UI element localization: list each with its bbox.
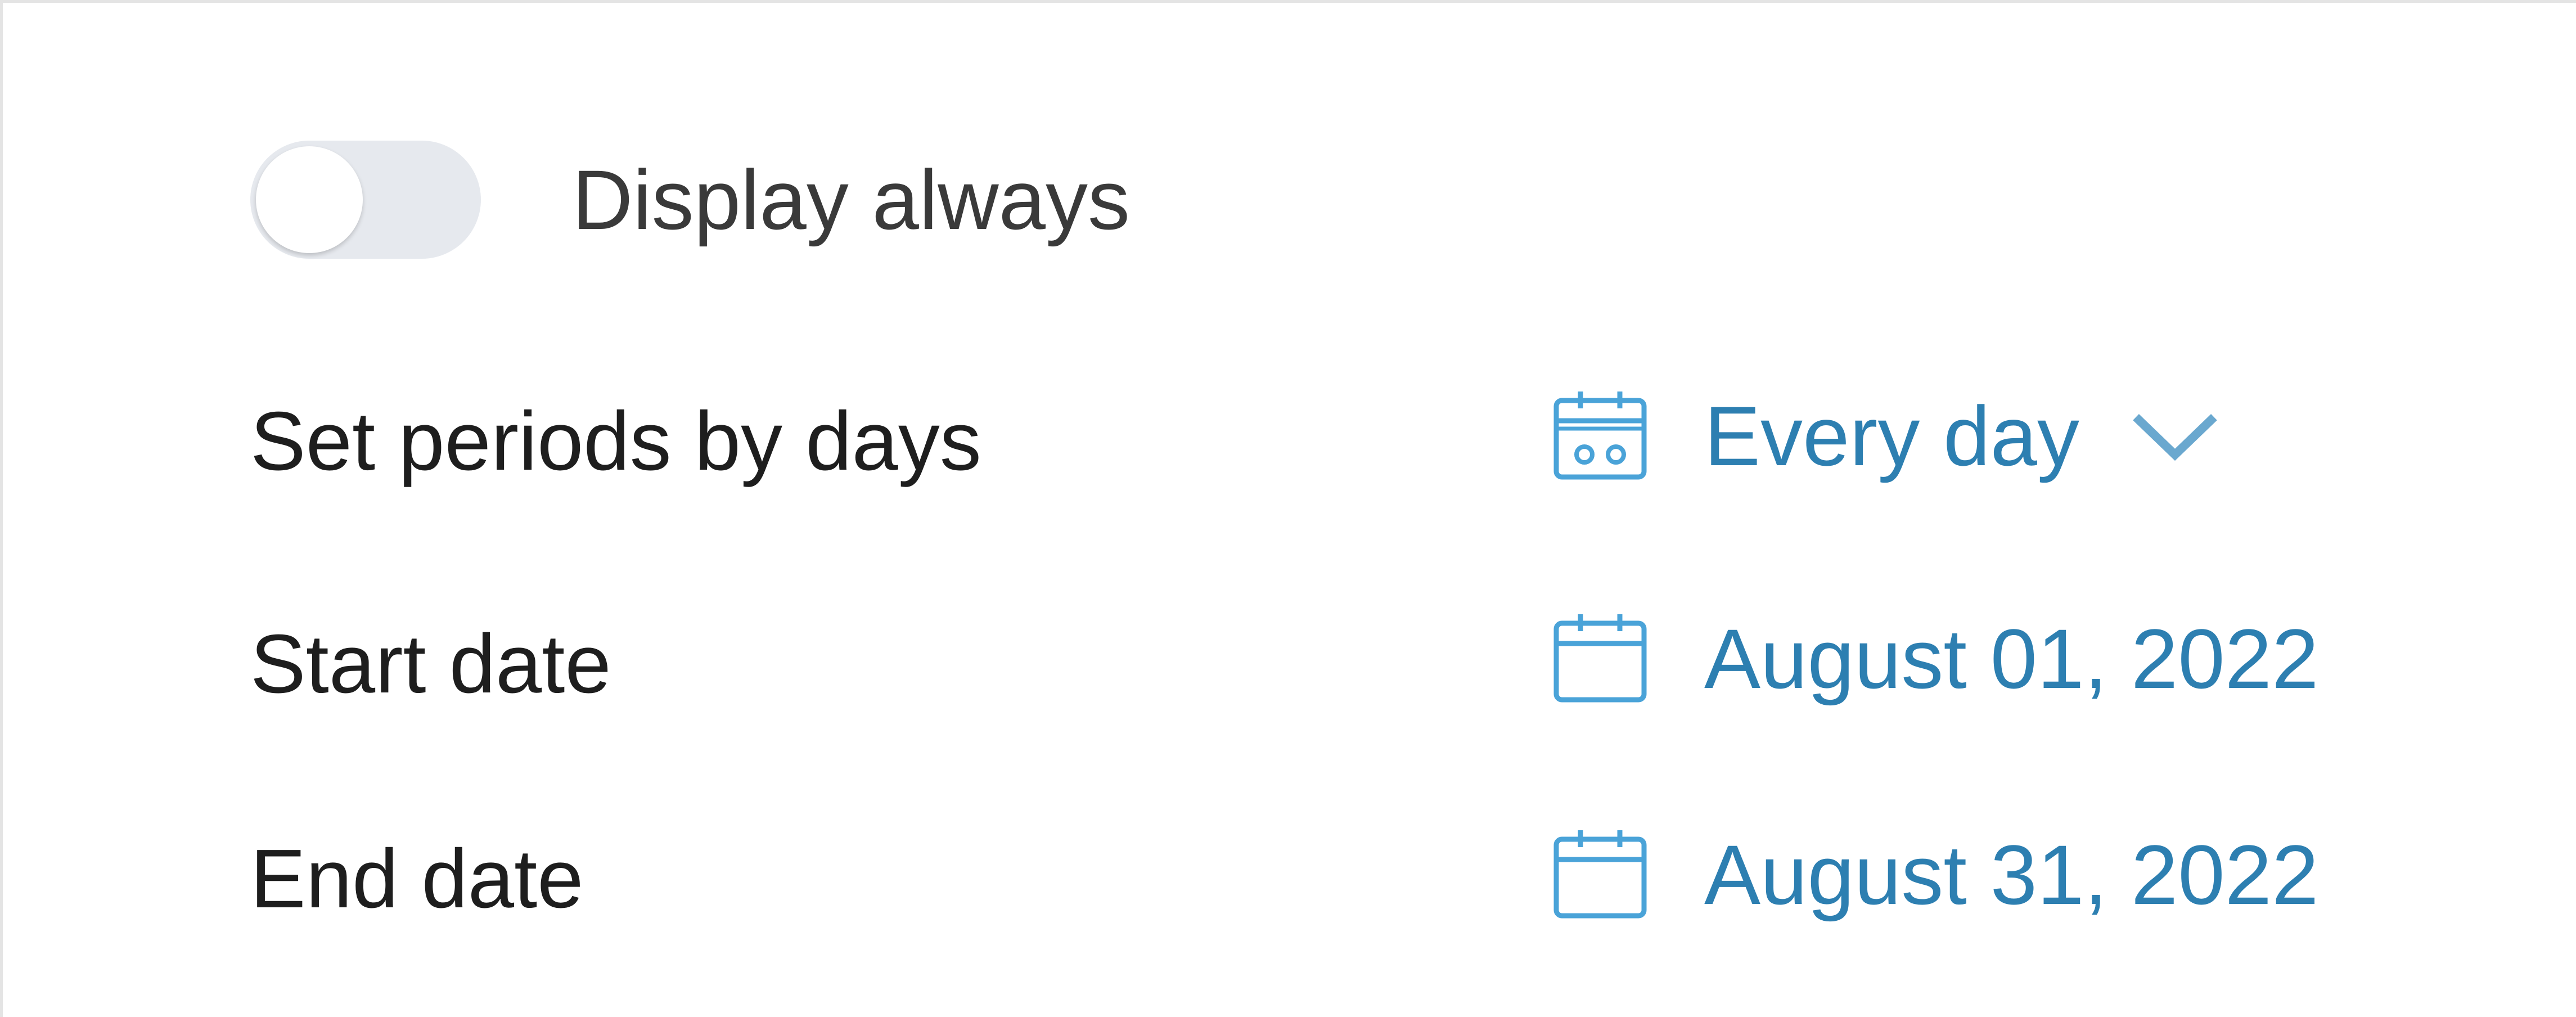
periods-label: Set periods by days [250, 395, 981, 488]
display-always-label: Display always [572, 152, 1130, 247]
periods-dropdown[interactable]: Every day [1550, 385, 2226, 487]
start-date-picker[interactable]: August 01, 2022 [1550, 608, 2319, 709]
schedule-settings-panel: Display always Set periods by days Every… [0, 0, 2576, 1017]
end-date-label: End date [250, 832, 584, 925]
periods-value: Every day [1704, 389, 2079, 483]
calendar-repeat-icon [1553, 392, 1647, 480]
end-date-value: August 31, 2022 [1704, 827, 2319, 922]
toggle-knob [256, 146, 363, 253]
start-date-label: Start date [250, 618, 611, 710]
calendar-icon [1553, 614, 1647, 703]
calendar-icon [1553, 830, 1647, 919]
end-date-picker[interactable]: August 31, 2022 [1550, 824, 2319, 925]
start-date-value: August 01, 2022 [1704, 611, 2319, 706]
display-always-toggle[interactable] [250, 141, 481, 259]
chevron-down-icon [2133, 414, 2217, 461]
